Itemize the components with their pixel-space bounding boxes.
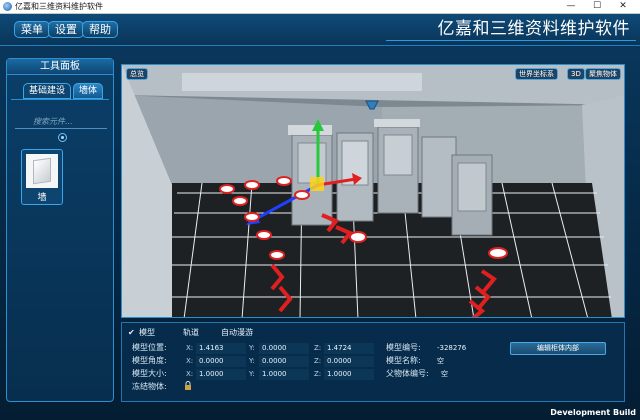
model-name-value: 空 bbox=[437, 357, 444, 365]
component-label: 墙 bbox=[37, 193, 47, 203]
axis-z-label: Z: bbox=[314, 344, 322, 352]
focus-object-button[interactable]: 聚焦物体 bbox=[585, 68, 621, 80]
help-button[interactable]: 帮助 bbox=[82, 21, 118, 38]
tool-panel-title: 工具面板 bbox=[7, 59, 113, 75]
3d-viewport[interactable]: 总览 世界坐标系 3D 聚焦物体 bbox=[121, 64, 625, 318]
window-titlebar: 亿嘉和三维资料维护软件 — ☐ ✕ bbox=[0, 0, 640, 14]
window-title: 亿嘉和三维资料维护软件 bbox=[15, 2, 103, 11]
scene-render bbox=[122, 65, 624, 317]
app-title: 亿嘉和三维资料维护软件 bbox=[437, 19, 630, 39]
rotation-label: 模型角度: bbox=[132, 356, 167, 365]
component-item-wall[interactable]: 墙 bbox=[21, 149, 63, 205]
scroll-indicator-icon[interactable] bbox=[58, 133, 67, 142]
overview-button[interactable]: 总览 bbox=[126, 68, 148, 80]
axis-y-label: Y: bbox=[249, 370, 255, 378]
search-input[interactable] bbox=[15, 115, 107, 129]
axis-z-label: Z: bbox=[314, 370, 322, 378]
axis-x-label: X: bbox=[186, 370, 194, 378]
model-id-value: -328276 bbox=[437, 344, 467, 352]
position-label: 模型位置: bbox=[132, 343, 167, 352]
world-coordinate-button[interactable]: 世界坐标系 bbox=[515, 68, 558, 80]
position-y[interactable]: 0.0000 bbox=[259, 343, 309, 354]
view-3d-button[interactable]: 3D bbox=[567, 68, 585, 80]
tab-divider bbox=[11, 99, 109, 100]
axis-y-label: Y: bbox=[249, 344, 255, 352]
edit-cabinet-interior-button[interactable]: 编辑柜体内部 bbox=[510, 342, 606, 355]
app-icon bbox=[3, 2, 12, 11]
tool-panel: 工具面板 基础建设 墙体 墙 bbox=[6, 58, 114, 402]
position-z[interactable]: 1.4724 bbox=[324, 343, 374, 354]
lock-icon[interactable] bbox=[184, 381, 192, 390]
model-id-label: 模型编号: bbox=[386, 343, 421, 352]
scale-z[interactable]: 1.0000 bbox=[324, 369, 374, 380]
tab-basic-construction[interactable]: 基础建设 bbox=[23, 83, 72, 99]
freeze-label: 冻结物体: bbox=[132, 382, 167, 391]
scale-y[interactable]: 1.0000 bbox=[259, 369, 309, 380]
tab-auto-roam[interactable]: 自动漫游 bbox=[221, 327, 253, 339]
tab-track[interactable]: 轨道 bbox=[183, 327, 199, 339]
model-name-label: 模型名称: bbox=[386, 356, 421, 365]
ceiling-light bbox=[182, 73, 422, 91]
minimize-button[interactable]: — bbox=[560, 0, 582, 14]
app-window: 亿嘉和三维资料维护软件 — ☐ ✕ 菜单 设置 帮助 亿嘉和三维资料维护软件 工… bbox=[0, 0, 640, 420]
axis-z-label: Z: bbox=[314, 357, 322, 365]
build-watermark: Development Build bbox=[550, 408, 636, 417]
app-header: 菜单 设置 帮助 亿嘉和三维资料维护软件 bbox=[0, 14, 640, 46]
close-button[interactable]: ✕ bbox=[612, 0, 634, 14]
axis-y-label: Y: bbox=[249, 357, 255, 365]
rotation-x[interactable]: 0.0000 bbox=[196, 356, 246, 367]
tab-wall[interactable]: 墙体 bbox=[73, 83, 104, 99]
axis-x-label: X: bbox=[186, 344, 194, 352]
properties-panel: ✔ 模型 轨道 自动漫游 模型位置: X: 1.4163 Y: 0.0000 Z… bbox=[121, 322, 625, 402]
rotation-y[interactable]: 0.0000 bbox=[259, 356, 309, 367]
parent-id-value: 空 bbox=[441, 370, 448, 378]
scale-x[interactable]: 1.0000 bbox=[196, 369, 246, 380]
tab-model[interactable]: 模型 bbox=[139, 327, 155, 339]
parent-id-label: 父物体编号: bbox=[386, 369, 429, 378]
settings-button[interactable]: 设置 bbox=[48, 21, 84, 38]
menu-button[interactable]: 菜单 bbox=[14, 21, 50, 38]
maximize-button[interactable]: ☐ bbox=[586, 0, 608, 14]
axis-x-label: X: bbox=[186, 357, 194, 365]
position-x[interactable]: 1.4163 bbox=[196, 343, 246, 354]
scale-label: 模型大小: bbox=[132, 369, 167, 378]
check-icon: ✔ bbox=[128, 328, 135, 337]
header-divider bbox=[386, 40, 636, 44]
wall-icon bbox=[26, 154, 58, 188]
rotation-z[interactable]: 0.0000 bbox=[324, 356, 374, 367]
